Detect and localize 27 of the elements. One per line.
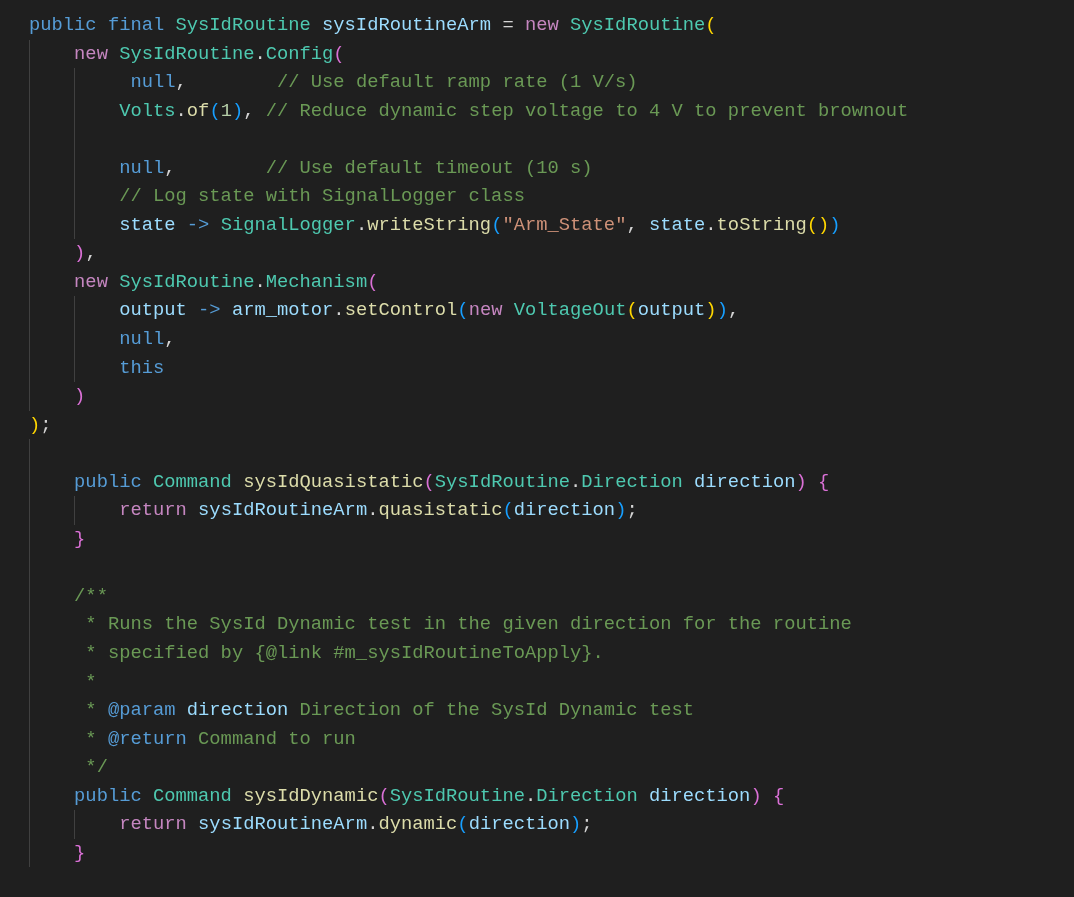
code-line: * @param direction Direction of the SysId Dynamic test [84, 698, 694, 724]
code-line: * @return Command to run [84, 726, 356, 752]
code-line: this [119, 355, 165, 381]
code-line: new SysIdRoutine.Mechanism( [74, 269, 379, 295]
code-line: public final SysIdRoutine sysIdRoutineArm = new SysIdRoutine( [29, 13, 717, 38]
code-line: public Command sysIdDynamic(SysIdRoutine.Direction direction) { [74, 783, 785, 809]
code-line: ); [29, 412, 52, 438]
code-line: */ [84, 755, 108, 781]
code-line: return sysIdRoutineArm.dynamic(direction); [119, 812, 593, 838]
code-line: null, // Use default ramp rate (1 V/s) [129, 70, 638, 96]
code-line: return sysIdRoutineArm.quasistatic(direction); [119, 498, 638, 524]
code-line: state -> SignalLogger.writeString("Arm_State", state.toString()) [119, 212, 841, 238]
code-line: * specified by {@link #m_sysIdRoutineToApply}. [84, 641, 604, 667]
code-line: // Log state with SignalLogger class [119, 184, 525, 210]
code-line: * Runs the SysId Dynamic test in the given direction for the routine [84, 612, 852, 638]
code-line: null, // Use default timeout (10 s) [119, 155, 593, 181]
code-line: ) [74, 384, 86, 410]
code-line: output -> arm_motor.setControl(new VoltageOut(output)), [119, 298, 740, 324]
code-line: Volts.of(1), // Reduce dynamic step voltage to 4 V to prevent brownout [119, 98, 909, 124]
code-line: null, [119, 327, 176, 352]
code-line: /** [74, 583, 108, 609]
code-line: public Command sysIdQuasistatic(SysIdRoutine.Direction direction) { [74, 469, 830, 495]
code-line: ), [74, 241, 97, 267]
code-line: } [74, 526, 86, 552]
code-line: new SysIdRoutine.Config( [74, 41, 345, 67]
code-line: * [84, 669, 97, 695]
code-line: } [74, 840, 86, 866]
